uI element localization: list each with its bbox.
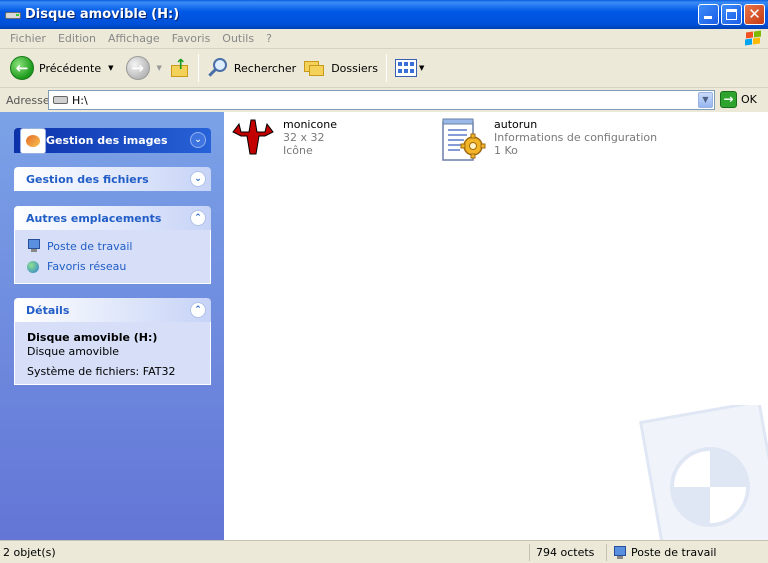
removable-drive-watermark-icon: [632, 399, 768, 540]
close-icon: ✕: [748, 5, 761, 23]
details-item-name: Disque amovible (H:): [27, 331, 158, 344]
address-dropdown-button[interactable]: ▼: [698, 92, 713, 108]
panel-other-places: Autres emplacements ⌃ Poste de travail F…: [14, 206, 211, 284]
search-icon: [207, 57, 229, 79]
title-bar[interactable]: Disque amovible (H:) ✕: [0, 0, 768, 29]
menu-help[interactable]: ?: [260, 32, 278, 45]
link-label: Favoris réseau: [47, 259, 127, 273]
panel-picture-tasks-header[interactable]: Gestion des images ⌄: [14, 128, 211, 154]
link-label: Poste de travail: [47, 239, 133, 253]
views-icon: [394, 59, 417, 77]
back-label: Précédente: [39, 61, 102, 75]
up-folder-button[interactable]: ↑: [166, 53, 194, 83]
folder-up-icon: ↑: [170, 57, 190, 78]
windows-logo-icon: [744, 30, 762, 47]
folders-button[interactable]: Dossiers: [300, 53, 382, 83]
task-pane: Gestion des images ⌄ Gestion des fichier…: [0, 112, 224, 540]
minimize-button[interactable]: [698, 4, 719, 25]
file-type: Informations de configuration: [494, 131, 658, 144]
go-button[interactable]: → OK: [720, 91, 757, 108]
link-network-places[interactable]: Favoris réseau: [27, 256, 198, 276]
collapse-chevron-icon[interactable]: ⌃: [190, 210, 206, 226]
menu-favoris[interactable]: Favoris: [166, 32, 217, 45]
expand-chevron-icon[interactable]: ⌄: [190, 171, 206, 187]
back-button[interactable]: ← Précédente ▼: [6, 53, 118, 83]
chevron-down-icon[interactable]: ▼: [108, 64, 113, 72]
removable-drive-icon: [53, 96, 68, 104]
panel-other-places-body: Poste de travail Favoris réseau: [14, 230, 211, 284]
close-button[interactable]: ✕: [744, 4, 765, 25]
status-size: 794 octets: [529, 544, 603, 561]
file-item-monicone[interactable]: monicone 32 x 32 Icône: [229, 118, 337, 166]
panel-title: Gestion des fichiers: [26, 172, 149, 186]
panel-file-tasks: Gestion des fichiers ⌄: [14, 167, 211, 191]
search-button[interactable]: Rechercher: [203, 53, 300, 83]
file-list-view[interactable]: monicone 32 x 32 Icône autorun Informati…: [224, 112, 768, 540]
network-globe-icon: [27, 259, 41, 273]
views-button[interactable]: ▼: [391, 53, 428, 83]
picture-tasks-icon: [20, 128, 46, 154]
chevron-down-icon[interactable]: ▼: [419, 64, 424, 72]
file-dimensions: 32 x 32: [283, 131, 325, 144]
quake-logo-icon: [229, 118, 277, 166]
menu-outils[interactable]: Outils: [216, 32, 260, 45]
panel-title: Autres emplacements: [26, 211, 162, 225]
status-location-label: Poste de travail: [631, 546, 717, 559]
toolbar: ← Précédente ▼ → ▼ ↑ Rechercher Dossiers…: [0, 49, 768, 88]
minimize-icon: [704, 16, 712, 19]
folders-label: Dossiers: [331, 61, 378, 75]
file-name: autorun: [494, 118, 538, 131]
config-file-icon: [440, 118, 488, 166]
details-item-type: Disque amovible: [27, 345, 120, 358]
file-name: monicone: [283, 118, 337, 131]
panel-other-places-header[interactable]: Autres emplacements ⌃: [14, 206, 211, 230]
panel-details-header[interactable]: Détails ⌃: [14, 298, 211, 322]
maximize-button[interactable]: [721, 4, 742, 25]
go-label: OK: [741, 93, 757, 106]
panel-details: Détails ⌃ Disque amovible (H:) Disque am…: [14, 298, 211, 385]
computer-icon: [27, 239, 41, 253]
address-input[interactable]: H:\ ▼: [48, 90, 715, 110]
folders-icon: [304, 59, 326, 77]
panel-title: Détails: [26, 303, 70, 317]
computer-icon: [613, 545, 627, 560]
status-location: Poste de travail: [606, 544, 756, 561]
link-my-computer[interactable]: Poste de travail: [27, 236, 198, 256]
back-arrow-icon: ←: [10, 56, 34, 80]
search-label: Rechercher: [233, 61, 297, 75]
panel-details-body: Disque amovible (H:) Disque amovible Sys…: [14, 322, 211, 385]
menu-bar: Fichier Edition Affichage Favoris Outils…: [0, 29, 768, 49]
menu-fichier[interactable]: Fichier: [4, 32, 52, 45]
status-object-count: 2 objet(s): [3, 546, 56, 559]
maximize-icon: [726, 9, 737, 20]
panel-title: Gestion des images: [46, 134, 168, 147]
address-label: Adresse: [6, 93, 50, 107]
address-value: H:\: [72, 93, 88, 107]
address-bar: Adresse H:\ ▼ → OK: [0, 88, 768, 112]
expand-chevron-icon[interactable]: ⌄: [190, 132, 206, 148]
toolbar-separator: [197, 54, 199, 82]
file-type: Icône: [283, 144, 313, 157]
file-item-autorun[interactable]: autorun Informations de configuration 1 …: [440, 118, 657, 166]
toolbar-separator: [385, 54, 387, 82]
forward-arrow-icon: →: [125, 56, 150, 80]
menu-affichage[interactable]: Affichage: [102, 32, 166, 45]
go-arrow-icon: →: [720, 91, 737, 108]
details-file-system: Système de fichiers: FAT32: [27, 365, 176, 378]
chevron-down-icon[interactable]: ▼: [157, 64, 162, 72]
collapse-chevron-icon[interactable]: ⌃: [190, 302, 206, 318]
file-size: 1 Ko: [494, 144, 518, 157]
status-bar: 2 objet(s) 794 octets Poste de travail: [0, 540, 768, 563]
menu-edition[interactable]: Edition: [52, 32, 102, 45]
forward-button[interactable]: → ▼: [122, 53, 166, 83]
removable-drive-icon: [5, 9, 21, 21]
panel-picture-tasks: Gestion des images ⌄: [14, 128, 211, 154]
panel-file-tasks-header[interactable]: Gestion des fichiers ⌄: [14, 167, 211, 191]
window-title: Disque amovible (H:): [25, 7, 180, 22]
